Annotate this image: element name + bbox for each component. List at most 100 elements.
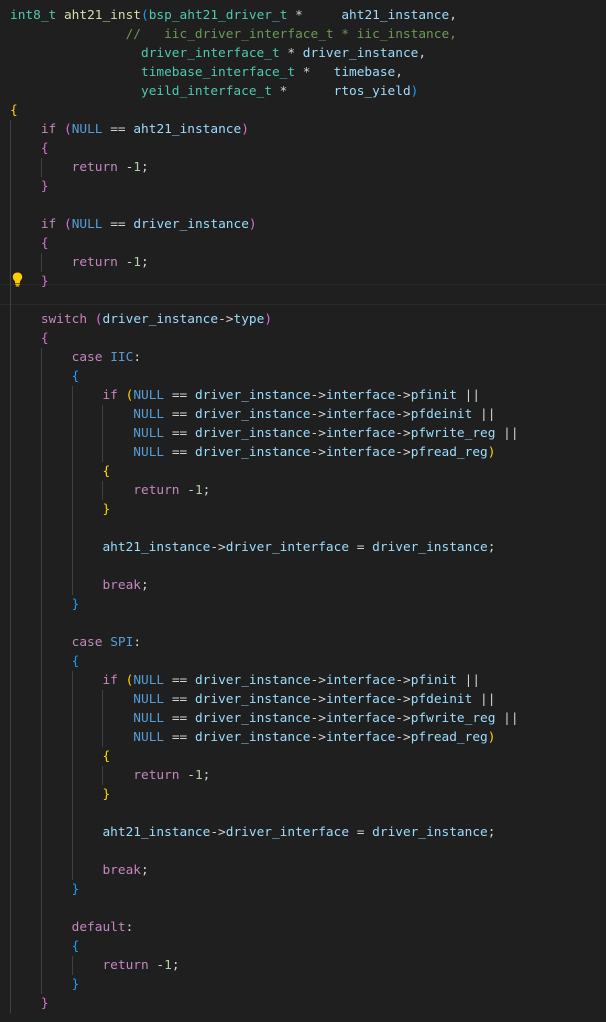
code-text: *	[279, 46, 303, 61]
code-line[interactable]: driver_interface_t * driver_instance,	[10, 44, 426, 63]
code-line[interactable]: return -1;	[10, 253, 149, 272]
code-line[interactable]: {	[10, 329, 49, 348]
code-text: ;	[140, 578, 149, 593]
keyword-token: if	[102, 388, 118, 403]
keyword-token: return	[133, 768, 180, 783]
code-line[interactable]: {	[10, 937, 80, 956]
code-line[interactable]: {	[10, 462, 110, 481]
bracket: }	[102, 787, 111, 802]
identifier-token: pfinit	[410, 673, 457, 688]
code-line[interactable]: int8_t aht21_inst(bsp_aht21_driver_t * a…	[10, 6, 457, 25]
code-line[interactable]: yeild_interface_t * rtos_yield)	[10, 82, 418, 101]
code-line[interactable]: aht21_instance->driver_interface = drive…	[10, 538, 495, 557]
code-line[interactable]: break;	[10, 576, 149, 595]
code-line[interactable]: if (NULL == driver_instance->interface->…	[10, 671, 480, 690]
code-line[interactable]: NULL == driver_instance->interface->pfde…	[10, 690, 495, 709]
code-line[interactable]: }	[10, 177, 49, 196]
code-line[interactable]: }	[10, 785, 110, 804]
code-line[interactable]: NULL == driver_instance->interface->pfde…	[10, 405, 495, 424]
code-line[interactable]: default:	[10, 918, 134, 937]
code-text: ->	[310, 407, 326, 422]
code-text: *	[287, 8, 342, 23]
code-line[interactable]: {	[10, 652, 80, 671]
code-text: ==	[164, 711, 195, 726]
code-text: ;	[140, 863, 149, 878]
code-line[interactable]: break;	[10, 861, 149, 880]
code-line[interactable]: if (NULL == driver_instance)	[10, 215, 257, 234]
code-text: ==	[164, 407, 195, 422]
code-line[interactable]: }	[10, 994, 49, 1013]
code-line[interactable]: return -1;	[10, 158, 149, 177]
number-literal: 1	[164, 958, 172, 973]
code-line[interactable]: switch (driver_instance->type)	[10, 310, 272, 329]
code-line[interactable]: }	[10, 595, 80, 614]
code-text: -	[117, 255, 134, 270]
identifier-token: pfread_reg	[410, 445, 488, 460]
constant-token: SPI	[110, 635, 134, 650]
code-line[interactable]: {	[10, 101, 18, 120]
code-line[interactable]: timebase_interface_t * timebase,	[10, 63, 403, 82]
code-line[interactable]: // iic_driver_interface_t * iic_instance…	[10, 25, 457, 44]
code-line[interactable]: NULL == driver_instance->interface->pfre…	[10, 728, 495, 747]
code-line[interactable]: return -1;	[10, 956, 179, 975]
code-line[interactable]: {	[10, 367, 80, 386]
identifier-token: driver_interface	[225, 825, 350, 840]
code-line[interactable]: return -1;	[10, 766, 210, 785]
code-text: -	[117, 160, 134, 175]
code-line[interactable]: return -1;	[10, 481, 210, 500]
code-text: ==	[164, 673, 195, 688]
bracket: }	[102, 502, 111, 517]
code-text: -	[179, 768, 195, 783]
code-line[interactable]: NULL == driver_instance->interface->pfwr…	[10, 424, 518, 443]
identifier-token: interface	[325, 711, 396, 726]
comment-token: // iic_driver_interface_t * iic_instance…	[125, 27, 457, 42]
code-line[interactable]: NULL == driver_instance->interface->pfre…	[10, 443, 495, 462]
code-text: ==	[164, 388, 195, 403]
identifier-token: pfread_reg	[410, 730, 488, 745]
code-text: ->	[395, 711, 411, 726]
code-line[interactable]: {	[10, 139, 49, 158]
bracket: )	[264, 312, 273, 327]
code-text: ||	[456, 673, 481, 688]
identifier-token: pfwrite_reg	[410, 711, 496, 726]
code-line[interactable]: NULL == driver_instance->interface->pfwr…	[10, 709, 518, 728]
code-line[interactable]: if (NULL == driver_instance->interface->…	[10, 386, 480, 405]
code-line[interactable]: case IIC:	[10, 348, 141, 367]
code-text: ;	[141, 255, 149, 270]
code-text: ,	[418, 46, 427, 61]
code-line[interactable]: case SPI:	[10, 633, 141, 652]
lightbulb-icon[interactable]	[12, 272, 23, 287]
constant-token: NULL	[133, 730, 165, 745]
constant-token: NULL	[71, 122, 103, 137]
code-line[interactable]: }	[10, 500, 110, 519]
current-line-highlight	[0, 284, 606, 305]
code-line[interactable]: }	[10, 880, 80, 899]
code-line[interactable]: }	[10, 975, 80, 994]
code-line[interactable]: aht21_instance->driver_interface = drive…	[10, 823, 495, 842]
code-line[interactable]: {	[10, 234, 49, 253]
identifier-token: driver_instance	[302, 46, 419, 61]
code-text: *	[271, 84, 334, 99]
code-text: ->	[310, 673, 326, 688]
type-token: int8_t	[10, 8, 57, 23]
function-token: aht21_inst	[63, 8, 141, 23]
code-line[interactable]: {	[10, 747, 110, 766]
identifier-token: pfwrite_reg	[410, 426, 496, 441]
number-literal: 1	[194, 483, 203, 498]
code-text: ->	[395, 692, 411, 707]
code-line[interactable]: if (NULL == aht21_instance)	[10, 120, 249, 139]
code-editor[interactable]: int8_t aht21_inst(bsp_aht21_driver_t * a…	[0, 0, 606, 1022]
code-text: ->	[395, 445, 411, 460]
